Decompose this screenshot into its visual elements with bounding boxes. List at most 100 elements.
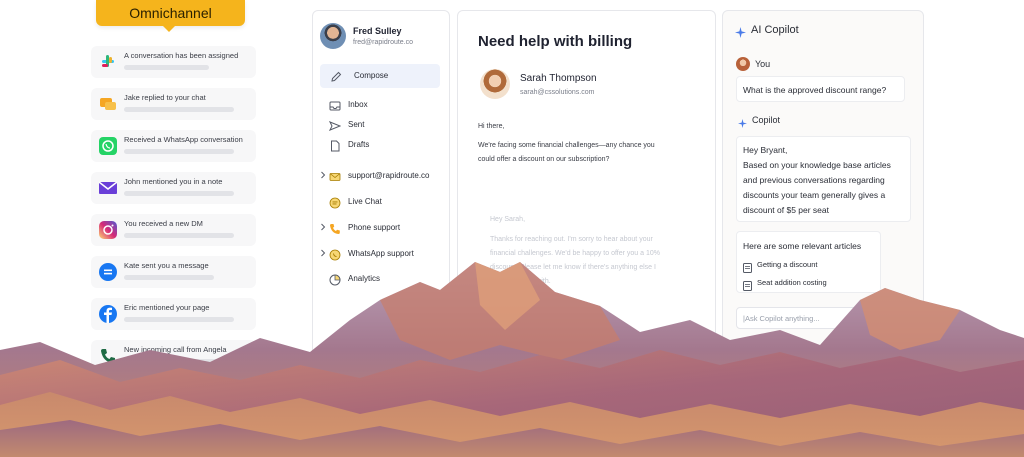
email-subject: Need help with billing xyxy=(478,33,633,50)
draft-icon xyxy=(329,139,341,152)
sidebar-item-sent[interactable]: Sent xyxy=(328,117,447,133)
notification-item[interactable]: You received a new DM xyxy=(91,214,256,246)
document-icon xyxy=(743,260,752,273)
whatsapp-icon xyxy=(329,248,341,261)
notification-item[interactable]: Jake replied to your chat xyxy=(91,88,256,120)
sidebar-item-label: Live Chat xyxy=(348,197,382,206)
sidebar-item-support-email[interactable]: support@rapidroute.co xyxy=(329,168,447,184)
messenger-icon xyxy=(99,263,117,281)
analytics-icon xyxy=(329,273,341,286)
envelope-icon xyxy=(329,170,341,182)
phone-icon xyxy=(329,222,341,234)
document-icon xyxy=(743,278,752,291)
chevron-right-icon[interactable] xyxy=(319,249,327,257)
you-label: You xyxy=(755,59,771,69)
sidebar-item-label: Phone support xyxy=(348,223,401,232)
mail-icon xyxy=(98,179,118,197)
copilot-label: Copilot xyxy=(752,115,781,125)
email-body-line: We're facing some financial challenges—a… xyxy=(478,142,655,149)
notification-text: Jake replied to your chat xyxy=(124,93,206,102)
email-pane: Need help with billing Sarah Thompson sa… xyxy=(457,10,716,370)
pencil-icon xyxy=(330,70,342,82)
phone-icon xyxy=(99,347,117,365)
answer-line: discount of $5 per seat xyxy=(743,205,830,215)
notification-text: Received a WhatsApp conversation xyxy=(124,135,243,144)
sidebar-item-drafts[interactable]: Drafts xyxy=(329,137,447,153)
copilot-title: AI Copilot xyxy=(751,24,799,36)
relevant-articles: Here are some relevant articles Getting … xyxy=(736,231,881,293)
placeholder-bar xyxy=(124,275,214,280)
user-question-text: What is the approved discount range? xyxy=(743,85,887,95)
compose-button[interactable]: Compose xyxy=(320,64,440,88)
email-greeting: Hi there, xyxy=(478,123,505,130)
notification-text: New incoming call from Angela xyxy=(124,345,227,354)
notification-text: You received a new DM xyxy=(124,219,203,228)
inbox-icon xyxy=(329,99,341,111)
compose-label: Compose xyxy=(354,71,389,80)
live-chat-icon xyxy=(329,196,341,209)
article-link[interactable]: Seat addition costing xyxy=(743,277,878,291)
sidebar-item-label: Inbox xyxy=(348,100,368,109)
sidebar-item-label: Drafts xyxy=(348,140,370,149)
sidebar-item-label: Sent xyxy=(348,120,365,129)
omnichannel-badge: Omnichannel xyxy=(96,0,245,32)
sidebar-item-phone-support[interactable]: Phone support xyxy=(329,220,447,236)
notification-item[interactable]: A conversation has been assigned xyxy=(91,46,256,78)
article-label: Seat addition costing xyxy=(757,278,827,287)
copilot-answer: Hey Bryant, Based on your knowledge base… xyxy=(736,136,911,222)
placeholder-bar xyxy=(124,149,234,154)
article-label: Getting a discount xyxy=(757,260,818,269)
placeholder-bar xyxy=(124,65,209,70)
sender-name: Sarah Thompson xyxy=(520,73,597,84)
avatar[interactable] xyxy=(320,23,346,49)
avatar xyxy=(736,57,750,71)
sidebar-item-whatsapp-support[interactable]: WhatsApp support xyxy=(329,246,447,262)
reply-draft-line: financial challenges. We'd be happy to o… xyxy=(490,250,660,257)
email-body-line: could offer a discount on our subscripti… xyxy=(478,156,610,163)
sparkle-icon xyxy=(738,115,747,128)
notification-item[interactable]: Received a WhatsApp conversation xyxy=(91,130,256,162)
reply-draft-line: Hey Sarah, xyxy=(490,216,526,223)
placeholder-bar xyxy=(124,233,234,238)
ask-copilot-input[interactable]: |Ask Copilot anything... xyxy=(736,307,861,329)
sidebar-item-label: Analytics xyxy=(348,274,381,283)
sender-avatar xyxy=(480,69,510,99)
placeholder-bar xyxy=(124,359,224,364)
placeholder-bar xyxy=(124,107,234,112)
notification-text: A conversation has been assigned xyxy=(124,51,239,60)
user-name: Fred Sulley xyxy=(353,26,402,36)
notification-item[interactable]: Eric mentioned your page xyxy=(91,298,256,330)
sidebar-item-label: support@rapidroute.co xyxy=(348,171,430,180)
whatsapp-icon xyxy=(99,137,117,155)
copilot-pane: AI Copilot You What is the approved disc… xyxy=(722,10,924,370)
answer-line: Based on your knowledge base articles xyxy=(743,160,891,170)
answer-line: discounts your team generally gives a xyxy=(743,190,886,200)
notification-text: John mentioned you in a note xyxy=(124,177,223,186)
notification-item[interactable]: Kate sent you a message xyxy=(91,256,256,288)
user-question: What is the approved discount range? xyxy=(736,76,905,102)
facebook-icon xyxy=(99,305,117,323)
reply-draft-line: can assist you with. xyxy=(490,278,551,285)
notification-text: Eric mentioned your page xyxy=(124,303,210,312)
sidebar-item-label: WhatsApp support xyxy=(348,249,414,258)
notification-item[interactable]: John mentioned you in a note xyxy=(91,172,256,204)
instagram-icon xyxy=(99,221,117,239)
reply-draft-line: Thanks for reaching out. I'm sorry to he… xyxy=(490,236,653,243)
sidebar-item-inbox[interactable]: Inbox xyxy=(329,97,447,113)
chat-bubble-icon xyxy=(99,95,117,113)
user-email: fred@rapidroute.co xyxy=(353,39,414,46)
sidebar-item-live-chat[interactable]: Live Chat xyxy=(329,194,447,210)
article-link[interactable]: Getting a discount xyxy=(743,259,878,273)
placeholder-bar xyxy=(124,191,234,196)
placeholder-bar xyxy=(124,317,234,322)
sender-email: sarah@cssolutions.com xyxy=(520,89,595,96)
inbox-sidebar: Fred Sulley fred@rapidroute.co Compose I… xyxy=(312,10,450,370)
answer-line: and previous conversations regarding xyxy=(743,175,885,185)
reply-draft-line: discount. Please let me know if there's … xyxy=(490,264,656,271)
notification-item[interactable]: New incoming call from Angela xyxy=(91,340,256,372)
chevron-right-icon[interactable] xyxy=(319,171,327,179)
sidebar-item-analytics[interactable]: Analytics xyxy=(329,271,447,287)
chevron-right-icon[interactable] xyxy=(319,223,327,231)
answer-line: Hey Bryant, xyxy=(743,145,788,155)
sparkle-icon xyxy=(735,25,746,38)
